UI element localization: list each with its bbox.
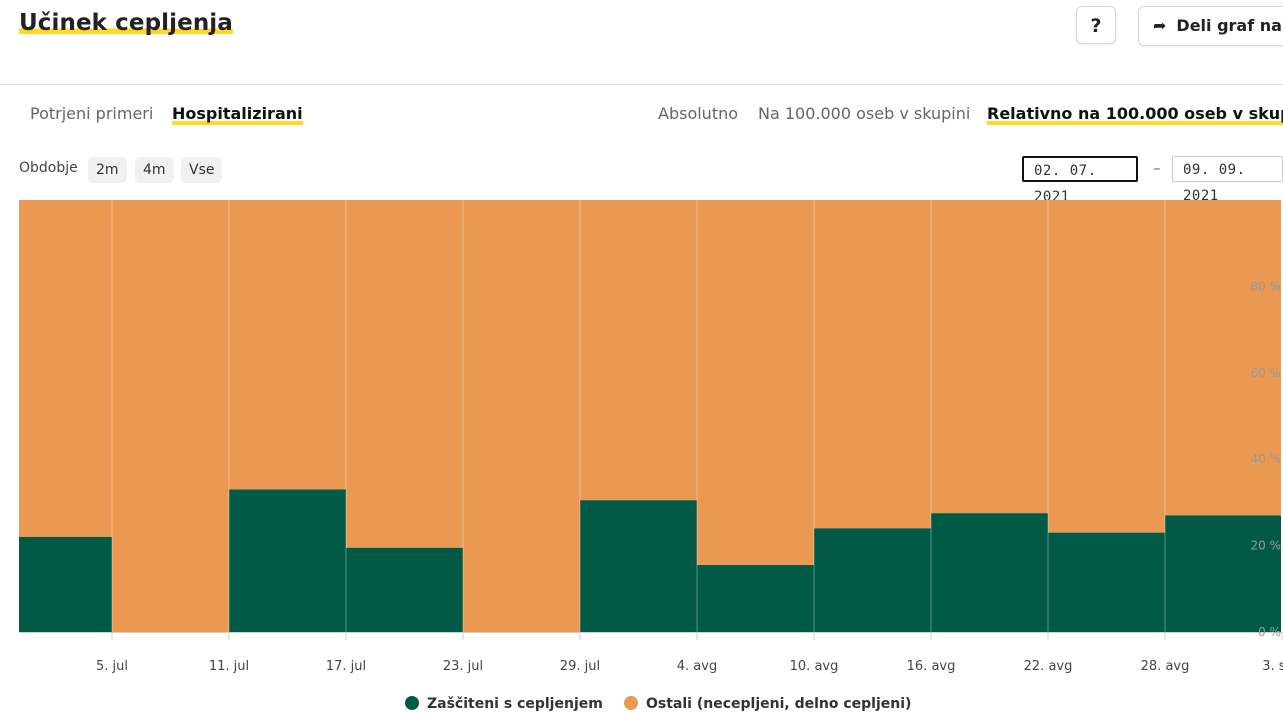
bar-vaccinated xyxy=(1165,515,1281,632)
bar-others xyxy=(814,200,931,529)
x-tick-label: 16. avg xyxy=(907,659,956,674)
x-tick-label: 29. jul xyxy=(560,659,600,674)
tab-confirmed-cases[interactable]: Potrjeni primeri xyxy=(30,104,153,123)
bar-vaccinated xyxy=(931,513,1048,632)
bar-others xyxy=(463,200,580,632)
bar-others xyxy=(19,200,112,537)
period-2m-button[interactable]: 2m xyxy=(88,157,127,183)
tab-per-100k[interactable]: Na 100.000 oseb v skupini xyxy=(758,104,970,123)
x-tick-label: 22. avg xyxy=(1024,659,1073,674)
bar-vaccinated xyxy=(19,536,112,632)
bar-vaccinated xyxy=(346,547,463,632)
legend-swatch-others xyxy=(624,696,638,710)
legend-label-vaccinated: Zaščiteni s cepljenjem xyxy=(427,696,603,712)
bar-others xyxy=(580,200,697,501)
x-tick-label: 23. jul xyxy=(443,659,483,674)
period-all-button[interactable]: Vse xyxy=(181,157,223,183)
bar-vaccinated xyxy=(1048,532,1165,632)
bar-vaccinated xyxy=(580,500,697,632)
bar-vaccinated xyxy=(814,528,931,632)
bar-others xyxy=(1048,200,1165,533)
y-tick-label: 0 % xyxy=(1258,625,1281,639)
x-tick-label: 5. jul xyxy=(96,659,128,674)
x-tick-label: 3. sep xyxy=(1262,659,1283,674)
y-tick-label: 60 % xyxy=(1251,366,1282,380)
y-tick-label: 80 % xyxy=(1251,279,1282,293)
bar-others xyxy=(112,200,229,632)
bar-others xyxy=(697,200,814,566)
x-tick-label: 11. jul xyxy=(209,659,249,674)
tab-relative-per-100k[interactable]: Relativno na 100.000 oseb v skupini xyxy=(987,104,1283,125)
bar-others xyxy=(346,200,463,548)
legend-item-others[interactable]: Ostali (necepljeni, delno cepljeni) xyxy=(624,696,911,712)
bar-others xyxy=(931,200,1048,514)
legend-label-others: Ostali (necepljeni, delno cepljeni) xyxy=(646,696,912,712)
legend-item-vaccinated[interactable]: Zaščiteni s cepljenjem xyxy=(405,696,603,712)
bar-others xyxy=(1165,200,1281,516)
x-tick-label: 28. avg xyxy=(1141,659,1190,674)
share-arrow-icon: ➦ xyxy=(1153,16,1167,35)
tab-hospitalized[interactable]: Hospitalizirani xyxy=(172,104,303,125)
help-button[interactable]: ? xyxy=(1076,6,1116,44)
x-tick-label: 4. avg xyxy=(677,659,717,674)
x-tick-label: 10. avg xyxy=(790,659,839,674)
period-label: Obdobje xyxy=(19,160,78,176)
stacked-bar-chart: 0 % 20 % 40 % 60 % 80 % 5. jul 11. jul 17. jul 2… xyxy=(19,200,1283,674)
date-to-input[interactable]: 09. 09. 2021 xyxy=(1172,156,1283,204)
page-title: Učinek cepljenja xyxy=(19,10,233,36)
y-tick-label: 40 % xyxy=(1251,452,1282,466)
chart-header: Učinek cepljenja ? ➦ Deli graf na xyxy=(0,0,1283,85)
legend-swatch-vaccinated xyxy=(405,696,419,710)
x-tick-label: 17. jul xyxy=(326,659,366,674)
y-tick-label: 20 % xyxy=(1251,539,1282,553)
share-button[interactable]: ➦ Deli graf na xyxy=(1138,6,1283,46)
date-from-input[interactable]: 02. 07. 2021 xyxy=(1022,156,1138,205)
bar-others xyxy=(229,200,346,490)
period-4m-button[interactable]: 4m xyxy=(135,157,174,183)
date-separator: – xyxy=(1153,159,1161,177)
tab-absolute[interactable]: Absolutno xyxy=(658,104,738,123)
bar-vaccinated xyxy=(229,489,346,632)
bar-vaccinated xyxy=(697,565,814,632)
share-label: Deli graf na xyxy=(1176,16,1282,35)
